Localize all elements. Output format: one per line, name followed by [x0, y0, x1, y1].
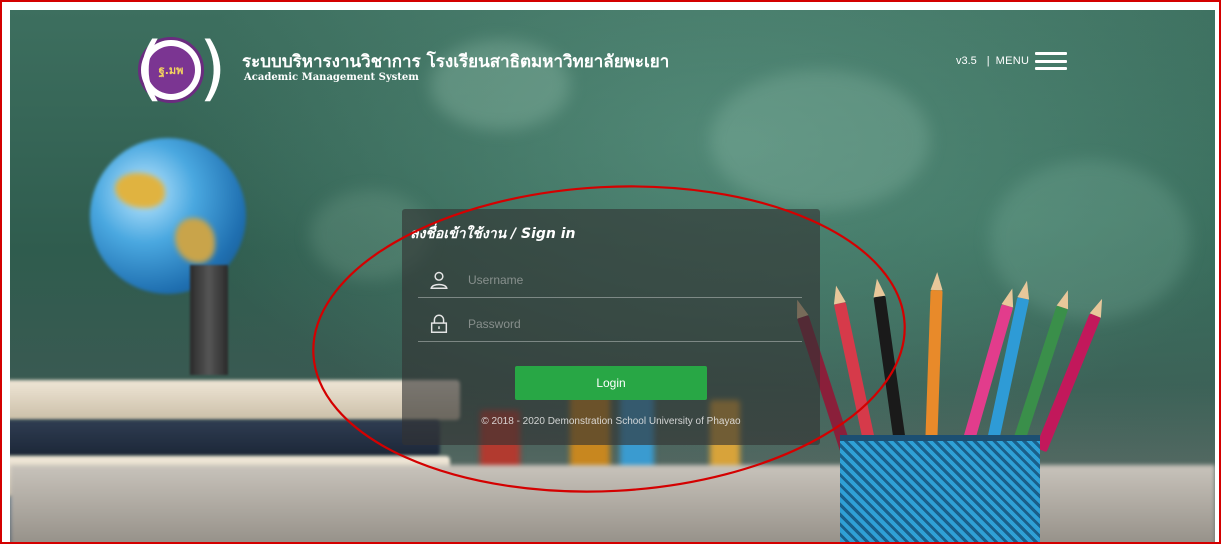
system-title-english: Academic Management System — [244, 72, 419, 83]
menu-area: v3.5 | MENU — [956, 52, 1068, 70]
screenshot-frame: ฐ.มพ ( ) ระบบบริหารงานวิชาการ โรงเรียนสา… — [0, 0, 1221, 544]
menu-label[interactable]: MENU — [996, 55, 1030, 67]
login-title: ลงชื่อเข้าใช้งาน / Sign in — [410, 226, 576, 242]
logo-bracket-right: ) — [199, 27, 227, 109]
menu-separator: | — [986, 55, 990, 67]
username-input[interactable] — [466, 272, 802, 288]
user-icon — [430, 271, 448, 289]
logo-bracket-left: ( — [136, 27, 164, 109]
password-input[interactable] — [466, 316, 802, 332]
site-header: ฐ.มพ ( ) ระบบบริหารงานวิชาการ โรงเรียนสา… — [10, 10, 1215, 109]
login-button[interactable]: Login — [515, 366, 707, 400]
copyright-text: © 2018 - 2020 Demonstration School Unive… — [481, 416, 741, 427]
background-scene: ฐ.มพ ( ) ระบบบริหารงานวิชาการ โรงเรียนสา… — [10, 10, 1215, 542]
version-label: v3.5 — [956, 55, 977, 67]
lock-icon — [430, 314, 448, 333]
login-panel: ลงชื่อเข้าใช้งาน / Sign in Login © 2018 … — [402, 209, 820, 445]
username-field — [418, 263, 802, 298]
hamburger-menu-icon[interactable] — [1035, 52, 1068, 70]
system-title-thai: ระบบบริหารงานวิชาการ โรงเรียนสาธิตมหาวิท… — [242, 52, 670, 72]
password-field — [418, 307, 802, 342]
pencil-cup-decor — [840, 435, 1040, 542]
